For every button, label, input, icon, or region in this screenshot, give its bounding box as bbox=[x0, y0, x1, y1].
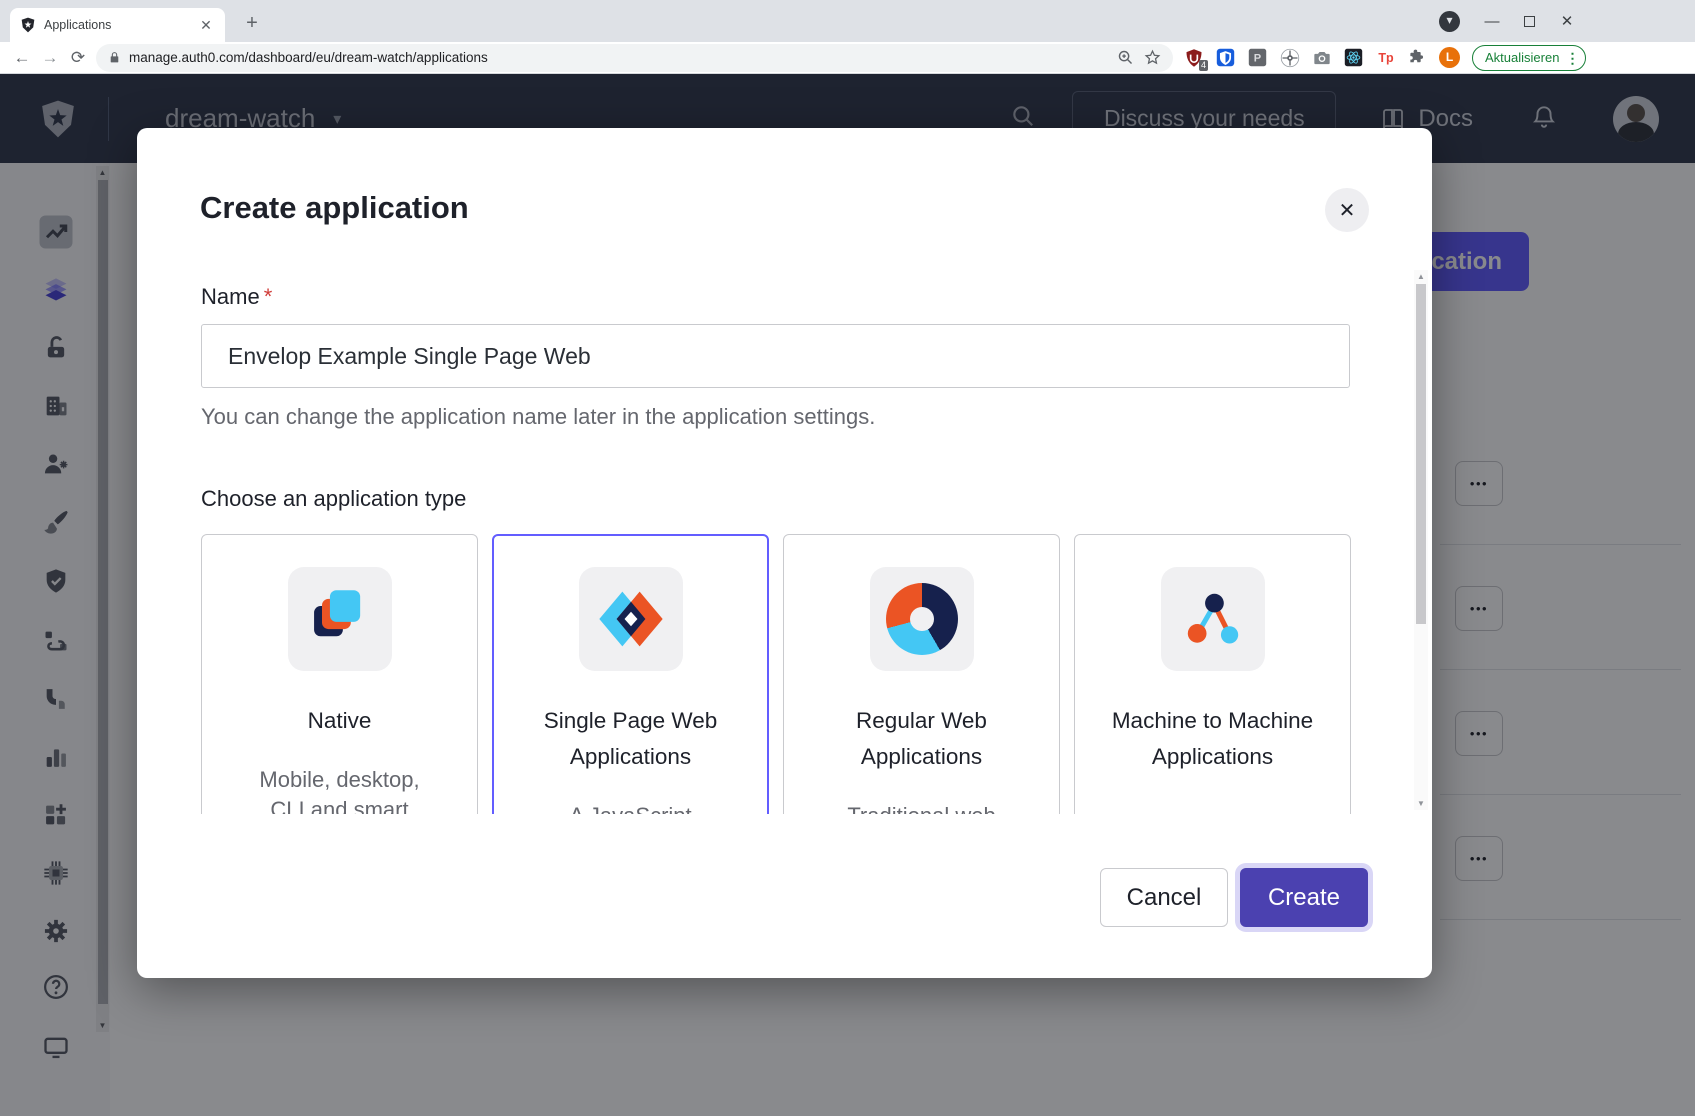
tampermonkey-icon[interactable]: Tp bbox=[1375, 47, 1396, 68]
browser-window: Applications ✕ + ▾ — ✕ ← → ⟳ manage.auth… bbox=[0, 0, 1695, 1116]
tab-strip: Applications ✕ + ▾ — ✕ bbox=[0, 0, 1695, 42]
window-close-button[interactable]: ✕ bbox=[1557, 12, 1577, 30]
native-icon bbox=[288, 567, 392, 671]
spa-icon bbox=[579, 567, 683, 671]
new-tab-button[interactable]: + bbox=[240, 12, 264, 36]
application-name-input[interactable] bbox=[201, 324, 1350, 388]
chrome-update-button[interactable]: Aktualisieren ⋮ bbox=[1472, 45, 1586, 71]
modal-close-button[interactable]: ✕ bbox=[1325, 188, 1369, 232]
app-type-card-spa[interactable]: Single Page Web Applications A JavaScript bbox=[492, 534, 769, 814]
url-bar[interactable]: manage.auth0.com/dashboard/eu/dream-watc… bbox=[96, 44, 1173, 72]
browser-toolbar: ← → ⟳ manage.auth0.com/dashboard/eu/drea… bbox=[0, 42, 1695, 74]
ublock-origin-icon[interactable]: 4 bbox=[1183, 47, 1204, 68]
card-title: Machine to Machine Applications bbox=[1108, 703, 1318, 775]
required-asterisk: * bbox=[264, 284, 273, 309]
card-title: Native bbox=[235, 703, 445, 739]
modal-footer: Cancel Create bbox=[137, 868, 1432, 978]
react-devtools-icon[interactable] bbox=[1343, 47, 1364, 68]
modal-body: Name* You can change the application nam… bbox=[201, 258, 1352, 814]
name-hint-text: You can change the application name late… bbox=[201, 404, 1352, 430]
card-description: Traditional web bbox=[807, 801, 1037, 814]
browser-tab[interactable]: Applications ✕ bbox=[10, 8, 225, 42]
cancel-button[interactable]: Cancel bbox=[1100, 868, 1228, 927]
close-icon: ✕ bbox=[1339, 198, 1356, 223]
application-type-cards: Native Mobile, desktop,CLI and smart Singl… bbox=[201, 534, 1352, 814]
extensions-puzzle-icon[interactable] bbox=[1407, 47, 1428, 68]
modal-scrollbar[interactable]: ▲ ▼ bbox=[1414, 270, 1428, 810]
browser-menu-icon[interactable]: ⋮ bbox=[1565, 53, 1579, 63]
svg-text:Tp: Tp bbox=[1378, 51, 1394, 65]
screen-capture-icon[interactable] bbox=[1279, 47, 1300, 68]
name-field-label: Name* bbox=[201, 284, 1352, 310]
card-description: Mobile, desktop,CLI and smart bbox=[225, 765, 455, 814]
update-label: Aktualisieren bbox=[1485, 50, 1559, 65]
application-type-section-label: Choose an application type bbox=[201, 486, 1352, 512]
card-description: A JavaScript bbox=[516, 801, 746, 814]
browser-update-icon[interactable]: ▾ bbox=[1439, 11, 1460, 32]
app-type-card-native[interactable]: Native Mobile, desktop,CLI and smart bbox=[201, 534, 478, 814]
window-minimize-button[interactable]: — bbox=[1482, 13, 1502, 30]
profile-avatar[interactable]: L bbox=[1439, 47, 1460, 68]
proxy-p-icon[interactable]: P bbox=[1247, 47, 1268, 68]
bitwarden-icon[interactable] bbox=[1215, 47, 1236, 68]
camera-icon[interactable] bbox=[1311, 47, 1332, 68]
auth0-favicon bbox=[20, 17, 36, 33]
svg-text:P: P bbox=[1254, 52, 1262, 64]
app-type-card-regular-web[interactable]: Regular Web Applications Traditional web bbox=[783, 534, 1060, 814]
card-title: Single Page Web Applications bbox=[526, 703, 736, 775]
forward-button[interactable]: → bbox=[36, 48, 64, 68]
window-maximize-button[interactable] bbox=[1524, 16, 1535, 27]
create-application-modal: Create application ✕ Name* You can chang… bbox=[137, 128, 1432, 978]
bookmark-star-icon[interactable] bbox=[1144, 49, 1161, 66]
url-text: manage.auth0.com/dashboard/eu/dream-watc… bbox=[129, 50, 1107, 65]
create-button[interactable]: Create bbox=[1240, 868, 1368, 927]
tab-close-icon[interactable]: ✕ bbox=[197, 17, 215, 34]
reload-button[interactable]: ⟳ bbox=[64, 48, 92, 68]
tab-title: Applications bbox=[44, 18, 197, 32]
app-type-card-machine-to-machine[interactable]: Machine to Machine Applications bbox=[1074, 534, 1351, 814]
machine-to-machine-icon bbox=[1161, 567, 1265, 671]
card-title: Regular Web Applications bbox=[817, 703, 1027, 775]
extensions-row: 4 P Tp L bbox=[1183, 47, 1460, 68]
lock-icon bbox=[108, 51, 121, 64]
modal-title: Create application bbox=[200, 190, 469, 226]
page-zoom-icon[interactable] bbox=[1117, 49, 1134, 66]
back-button[interactable]: ← bbox=[8, 48, 36, 68]
regular-web-icon bbox=[870, 567, 974, 671]
